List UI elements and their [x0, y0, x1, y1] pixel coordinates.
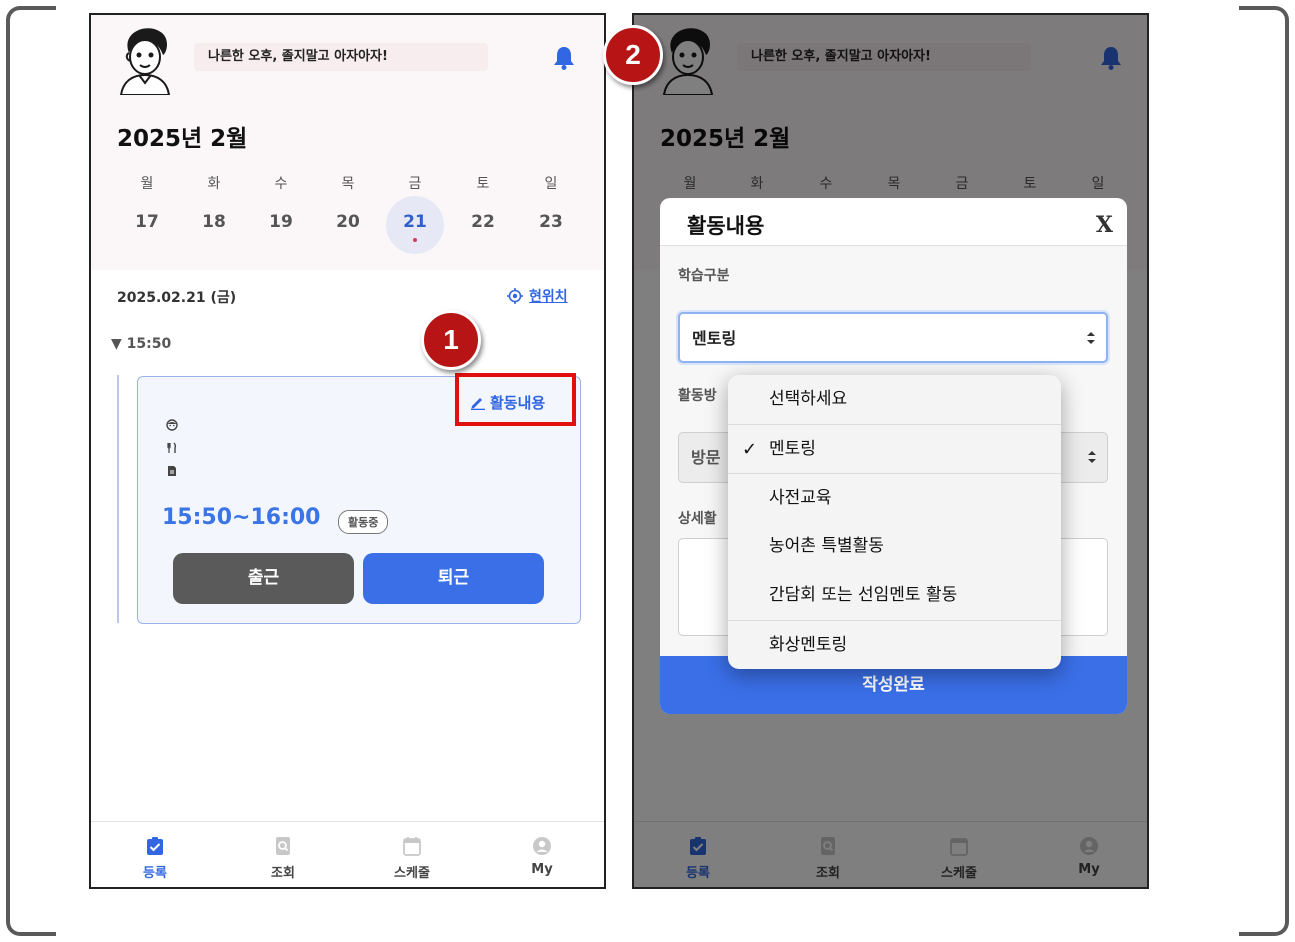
caret-down-icon: ▼ [111, 336, 122, 352]
dropdown-option-selected[interactable]: ✓ 멘토링 [728, 424, 1061, 473]
weekday-label: 목 [341, 176, 355, 192]
study-type-value: 멘토링 [692, 329, 737, 348]
document-icon [168, 466, 176, 476]
callout-badge-2: 2 [603, 25, 663, 85]
location-link-label: 현위치 [529, 289, 568, 305]
nav-register[interactable]: 등록 [115, 836, 195, 881]
time-group-toggle[interactable]: ▼ 15:50 [111, 336, 171, 352]
study-type-label: 학습구분 [678, 268, 730, 284]
study-type-dropdown: 선택하세요 ✓ 멘토링 사전교육 농어촌 특별활동 간담회 또는 선임멘토 활동… [728, 375, 1061, 669]
select-arrows-icon [1088, 451, 1096, 463]
nav-my[interactable]: My [502, 836, 582, 877]
nav-search-label: 조회 [271, 866, 295, 881]
search-document-icon [276, 837, 290, 855]
weekday-label: 금 [408, 176, 422, 192]
bell-icon[interactable] [552, 45, 576, 71]
nav-search[interactable]: 조회 [243, 836, 323, 881]
weekday-label: 일 [544, 176, 558, 192]
bottom-navigation: 등록 조회 스케줄 My [91, 821, 604, 887]
study-type-select[interactable]: 멘토링 [678, 312, 1108, 363]
user-circle-icon [533, 837, 551, 855]
greeting-banner: 나른한 오후, 졸지말고 아자아자! [194, 43, 488, 71]
timeline-line [117, 375, 119, 623]
weekday-label: 화 [207, 176, 221, 192]
selected-date-label: 2025.02.21 (금) [117, 290, 237, 306]
activity-method-value: 방문 [691, 448, 721, 467]
nav-schedule-label: 스케줄 [394, 866, 430, 881]
weekday-label: 월 [140, 176, 154, 192]
location-target-icon [507, 288, 523, 304]
time-group-label: 15:50 [126, 336, 172, 352]
clipboard-check-icon [147, 837, 163, 855]
event-dot [413, 238, 417, 242]
face-icon [166, 419, 178, 431]
status-badge: 활동중 [338, 510, 389, 534]
weekday-label: 토 [476, 176, 490, 192]
weekday-label: 수 [274, 176, 288, 192]
calendar-day-selected[interactable]: 21 [395, 212, 435, 232]
calendar-day[interactable]: 18 [194, 212, 234, 232]
calendar-day[interactable]: 17 [127, 212, 167, 232]
calendar-day[interactable]: 19 [261, 212, 301, 232]
activity-method-label: 활동방 [678, 388, 717, 404]
left-frame-bracket [6, 6, 56, 936]
phone-screen-modal: 나른한 오후, 졸지말고 아자아자! 2025년 2월 월 화 수 목 금 토 … [632, 13, 1149, 889]
calendar-day[interactable]: 22 [463, 212, 503, 232]
calendar-day[interactable]: 23 [531, 212, 571, 232]
close-icon[interactable]: X [1096, 212, 1113, 238]
check-out-button[interactable]: 퇴근 [363, 553, 544, 604]
checkmark-icon: ✓ [742, 439, 758, 460]
highlight-box [455, 373, 576, 426]
dropdown-option[interactable]: 간담회 또는 선임멘토 활동 [728, 571, 1061, 620]
dropdown-option[interactable]: 농어촌 특별활동 [728, 522, 1061, 571]
avatar-icon [119, 28, 171, 95]
dropdown-option-label: 멘토링 [769, 439, 816, 459]
select-arrows-icon [1087, 332, 1095, 344]
nav-schedule[interactable]: 스케줄 [372, 836, 452, 881]
calendar-icon [403, 837, 421, 856]
dropdown-option[interactable]: 화상멘토링 [728, 620, 1061, 669]
nav-my-label: My [531, 862, 553, 877]
activity-time-range: 15:50~16:00 [162, 505, 321, 530]
modal-title: 활동내용 [687, 214, 765, 238]
dropdown-option[interactable]: 선택하세요 [728, 375, 1061, 424]
check-in-button[interactable]: 출근 [173, 553, 354, 604]
nav-register-label: 등록 [143, 866, 167, 881]
utensils-icon [167, 442, 177, 453]
month-title: 2025년 2월 [117, 126, 248, 152]
detail-activity-label: 상세활 [678, 511, 717, 527]
phone-screen-main: 나른한 오후, 졸지말고 아자아자! 2025년 2월 월 화 수 목 금 토 … [89, 13, 606, 889]
right-frame-bracket [1239, 6, 1289, 936]
calendar-header-area: 나른한 오후, 졸지말고 아자아자! 2025년 2월 월 화 수 목 금 토 … [91, 15, 604, 270]
current-location-link[interactable]: 현위치 [507, 286, 568, 306]
calendar-day[interactable]: 20 [328, 212, 368, 232]
callout-badge-1: 1 [421, 310, 481, 370]
dropdown-option[interactable]: 사전교육 [728, 473, 1061, 522]
